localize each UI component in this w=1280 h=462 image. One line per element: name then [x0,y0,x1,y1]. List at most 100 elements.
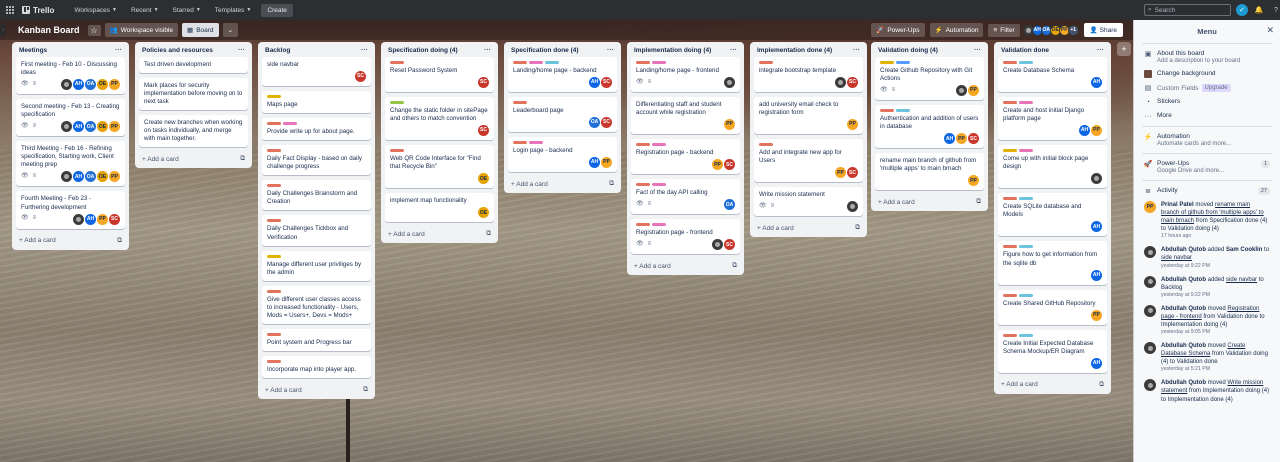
member-avatar[interactable]: OE [97,121,108,133]
card[interactable]: Create Shared GitHub Repository PP [998,289,1107,325]
more-icon[interactable]: ··· [974,47,981,54]
list-header[interactable]: Policies and resources ··· [139,44,248,57]
activity-avatar[interactable] [1144,246,1156,259]
card[interactable]: Fact of the day API calling 👁 ≡ OA [631,179,740,215]
activity-user[interactable]: Abdullah Qutob [1161,247,1206,253]
nav-workspaces[interactable]: Workspaces ▼ [70,5,121,16]
more-members-badge[interactable]: +1 [1067,24,1079,36]
list-title[interactable]: Implementation done (4) [757,47,832,54]
template-icon[interactable]: ⧉ [732,262,737,270]
card[interactable]: Point system and Progress bar [262,328,371,351]
template-icon[interactable]: ⧉ [976,198,981,206]
activity-time[interactable]: 17 hours ago [1161,233,1270,240]
card-label[interactable] [880,61,894,64]
member-avatar[interactable]: SC [847,167,858,179]
card-label[interactable] [529,61,543,64]
board-members[interactable]: AH OA OE PP +1 [1022,24,1079,36]
card[interactable]: Authentication and addition of users in … [875,105,984,149]
member-avatar[interactable]: PP [109,79,120,91]
card[interactable]: Manage different user priviliges by the … [262,250,371,281]
card-label[interactable] [636,223,650,227]
card[interactable]: Create Database Schema AH [998,57,1107,93]
card[interactable]: First meeting - Feb 10 - Discussing idea… [16,57,125,95]
add-card-button[interactable]: + Add a card ⧉ [998,378,1107,390]
member-avatar[interactable]: PP [109,121,120,133]
card-label[interactable] [652,143,666,147]
member-avatar[interactable]: AH [1091,77,1102,89]
member-avatar[interactable] [847,201,858,213]
activity-card-link[interactable]: side navbar [1161,255,1192,261]
share-button[interactable]: 👤 Share [1083,23,1123,37]
member-avatar[interactable]: SC [601,117,612,129]
template-icon[interactable]: ⧉ [117,237,122,245]
trello-logo[interactable]: Trello [22,6,54,15]
add-card-button[interactable]: + Add a card ⧉ [875,195,984,207]
card[interactable]: Incorporate map into player app. [262,355,371,378]
member-avatar[interactable]: SC [724,159,735,171]
member-avatar[interactable] [835,77,846,89]
card[interactable]: Create Initial Expected Database Schema … [998,329,1107,373]
card[interactable]: Third Meeting - Feb 16 - Refining specif… [16,141,125,187]
card[interactable]: Daily Challenges Tickbox and Verificatio… [262,215,371,246]
visibility-button[interactable]: 👥 Workspace visible [104,23,179,37]
card-label[interactable] [513,61,527,64]
more-icon[interactable]: ··· [730,47,737,54]
member-avatar[interactable]: OE [478,173,489,185]
card[interactable]: Reset Password System SC [385,57,494,93]
member-avatar[interactable]: PP [712,159,723,171]
more-icon[interactable]: ··· [115,47,122,54]
member-avatar[interactable]: AH [1091,269,1102,281]
menu-stickers[interactable]: ◔ Stickers [1134,95,1280,109]
menu-change-background[interactable]: Change background [1134,67,1280,81]
member-avatar[interactable]: SC [478,125,489,137]
card-label[interactable] [1019,149,1033,153]
nav-starred[interactable]: Starred ▼ [169,5,205,16]
activity-time[interactable]: yesterday at 5:21 PM [1161,366,1270,373]
member-avatar[interactable]: AH [1091,357,1102,369]
card-label[interactable] [390,101,404,105]
activity-card-link[interactable]: side navbar [1226,277,1257,283]
automation-button[interactable]: ⚡ Automation [929,23,984,37]
member-avatar[interactable]: AH [589,157,600,169]
card[interactable]: Daily Fact Display - based on daily chal… [262,145,371,176]
list-header[interactable]: Implementation done (4) ··· [754,44,863,57]
member-avatar[interactable]: PP [601,157,612,169]
card-label[interactable] [652,61,666,64]
list-header[interactable]: Meetings ··· [16,44,125,57]
member-avatar[interactable]: PP [1091,125,1102,137]
card[interactable]: side navbar SC [262,57,371,87]
activity-user[interactable]: Abdullah Qutob [1161,306,1206,312]
card-label[interactable] [1019,293,1033,297]
member-avatar[interactable]: SC [355,71,366,83]
member-avatar[interactable] [724,77,735,89]
add-card-button[interactable]: + Add a card ⧉ [754,221,863,233]
member-avatar[interactable]: PP [956,133,967,145]
member-avatar[interactable]: AH [944,133,955,145]
card-label[interactable] [759,143,773,147]
upgrade-badge[interactable]: Upgrade [1201,84,1231,92]
card[interactable]: Registration page - backend PP SC [631,139,740,175]
member-avatar[interactable]: PP [1091,309,1102,321]
card[interactable]: Create Github Repository with Git Action… [875,57,984,101]
member-avatar[interactable]: OE [478,207,489,219]
member-avatar[interactable]: PP [109,171,120,183]
template-icon[interactable]: ⧉ [1099,381,1104,389]
member-avatar[interactable]: OA [85,171,96,183]
member-avatar[interactable]: AH [1079,125,1090,137]
card-label[interactable] [267,289,281,293]
more-icon[interactable]: ··· [361,47,368,54]
member-avatar[interactable]: PP [835,167,846,179]
template-icon[interactable]: ⧉ [240,155,245,163]
card-label[interactable] [636,61,650,64]
card-label[interactable] [545,61,559,64]
template-icon[interactable]: ⧉ [609,180,614,188]
list-header[interactable]: Validation doing (4) ··· [875,44,984,57]
card[interactable]: Give different user classes access to in… [262,285,371,324]
member-avatar[interactable]: AH [73,121,84,133]
member-avatar[interactable] [61,79,72,91]
card-label[interactable] [1003,61,1017,64]
list-title[interactable]: Policies and resources [142,47,213,54]
card-label[interactable] [759,61,773,64]
board-title[interactable]: Kanban Board [18,25,80,35]
member-avatar[interactable] [61,171,72,183]
